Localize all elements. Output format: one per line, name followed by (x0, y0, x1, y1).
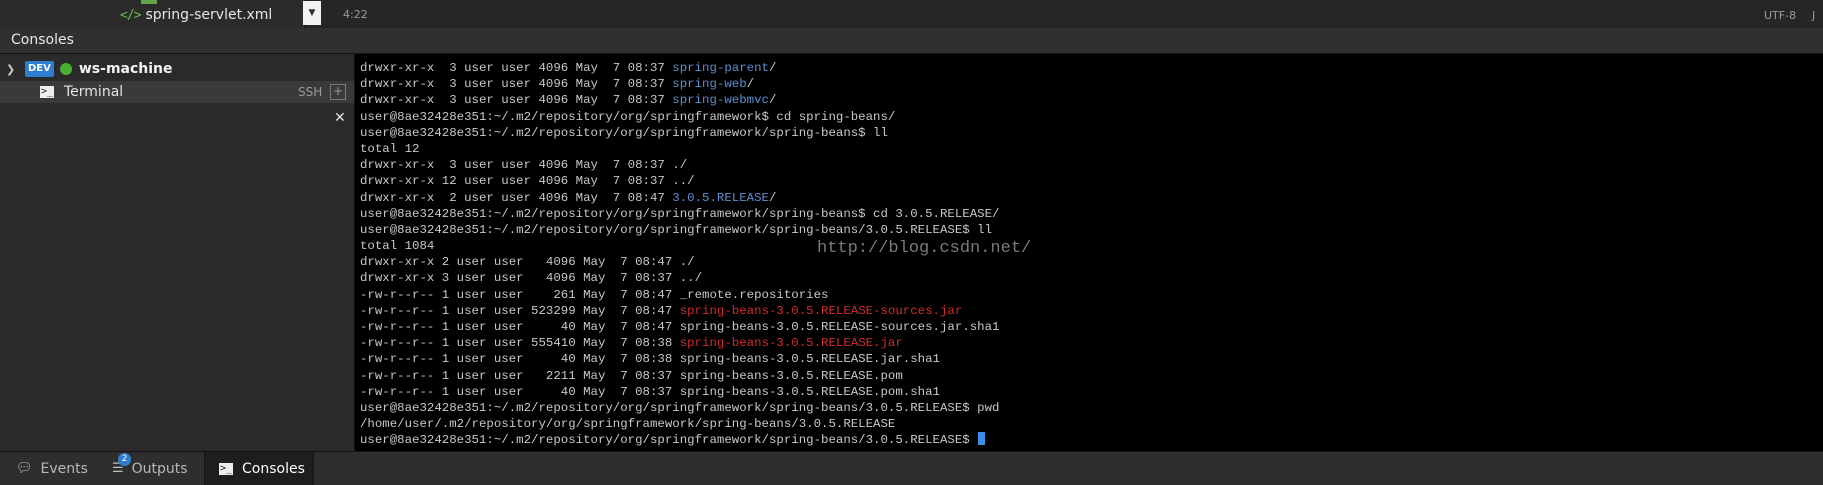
terminal-line: user@8ae32428e351:~/.m2/repository/org/s… (360, 109, 999, 125)
terminal-line-text: drwxr-xr-x 3 user user 4096 May 7 08:37 … (360, 158, 688, 173)
tab-events[interactable]: 💬︎ Events (16, 452, 88, 485)
tree-highlight (141, 0, 157, 4)
terminal-line-text: drwxr-xr-x 2 user user 4096 May 7 08:47 (360, 190, 673, 205)
terminal-line-text: -rw-r--r-- 1 user user 40 May 7 08:47 sp… (360, 320, 1000, 334)
terminal-line: drwxr-xr-x 3 user user 4096 May 7 08:37 … (360, 76, 999, 92)
bottom-tab-bar: 💬︎ Events ☰ 2 Outputs >_ Consoles (0, 451, 1823, 485)
terminal-line-text: user@8ae32428e351:~/.m2/repository/org/s… (360, 400, 1000, 415)
xml-file-icon: </> (120, 7, 142, 23)
terminal-line: -rw-r--r-- 1 user user 40 May 7 08:37 sp… (360, 384, 999, 400)
terminal-line: drwxr-xr-x 3 user user 4096 May 7 08:37 … (360, 60, 999, 76)
terminal-line-text: user@8ae32428e351:~/.m2/repository/org/s… (360, 206, 1000, 221)
terminal-line-text: -rw-r--r-- 1 user user 40 May 7 08:37 sp… (360, 384, 940, 399)
editor-top-strip: </> spring-servlet.xml ▼ 4:22 UTF-8 J (0, 0, 1823, 29)
terminal-line-suffix: / (768, 190, 777, 205)
terminal-line: user@8ae32428e351:~/.m2/repository/org/s… (360, 222, 999, 238)
directory-name: spring-web (672, 77, 747, 92)
terminal-line-text: drwxr-xr-x 3 user user 4096 May 7 08:37 (360, 77, 673, 92)
terminal-output[interactable]: drwxr-xr-x 3 user user 4096 May 7 08:37 … (355, 54, 1823, 451)
terminal-line: user@8ae32428e351:~/.m2/repository/org/s… (360, 432, 999, 448)
chevron-down-icon[interactable]: ❯ (6, 63, 20, 76)
jar-file-name: spring-beans-3.0.5.RELEASE.jar (679, 336, 903, 351)
ssh-button[interactable]: SSH (298, 85, 322, 99)
terminal-line: -rw-r--r-- 1 user user 261 May 7 08:47 _… (360, 287, 999, 303)
comment-icon: 💬︎ (16, 461, 33, 476)
terminal-line-text: -rw-r--r-- 1 user user 2211 May 7 08:37 … (360, 368, 903, 383)
terminal-line-suffix: / (768, 93, 777, 108)
terminal-line: drwxr-xr-x 3 user user 4096 May 7 08:37 … (360, 270, 999, 286)
panel-title: Consoles (11, 32, 74, 48)
tab-events-label: Events (40, 460, 88, 477)
terminal-line: drwxr-xr-x 3 user user 4096 May 7 08:37 … (360, 92, 999, 108)
project-explorer-strip: </> spring-servlet.xml (0, 0, 305, 28)
cursor-position: 4:22 (343, 8, 368, 21)
terminal-line-text: -rw-r--r-- 1 user user 555410 May 7 08:3… (360, 336, 680, 351)
tab-consoles-label: Consoles (242, 460, 305, 477)
terminal-line-text: drwxr-xr-x 3 user user 4096 May 7 08:37 … (360, 271, 703, 286)
terminal-line-text: drwxr-xr-x 2 user user 4096 May 7 08:47 … (360, 255, 695, 270)
terminal-line-text: -rw-r--r-- 1 user user 523299 May 7 08:4… (360, 303, 680, 318)
terminal-line: /home/user/.m2/repository/org/springfram… (360, 416, 999, 432)
watermark-text: http://blog.csdn.net/ (817, 239, 1032, 258)
outputs-icon: ☰ 2 (112, 453, 131, 476)
terminal-cursor (978, 432, 986, 446)
tab-outputs-label: Outputs (131, 460, 188, 477)
terminal-node[interactable]: >_ Terminal SSH + (0, 81, 354, 103)
directory-name: spring-webmvc (672, 93, 769, 108)
terminal-line-text: user@8ae32428e351:~/.m2/repository/org/s… (360, 433, 978, 448)
explorer-scroll-down-button[interactable]: ▼ (303, 1, 321, 25)
terminal-line-suffix: / (768, 61, 777, 75)
file-language[interactable]: J (1812, 9, 1815, 22)
terminal-line-text: /home/user/.m2/repository/org/springfram… (360, 417, 896, 432)
consoles-panel-header: Consoles (0, 28, 1823, 54)
terminal-line: -rw-r--r-- 1 user user 40 May 7 08:47 sp… (360, 319, 999, 335)
terminal-line: -rw-r--r-- 1 user user 40 May 7 08:38 sp… (360, 351, 999, 367)
machine-node-ws-machine[interactable]: ❯ DEV ws-machine (0, 58, 354, 80)
terminal-line-suffix: / (746, 77, 755, 92)
terminal-line: total 12 (360, 141, 999, 157)
file-item-spring-servlet[interactable]: </> spring-servlet.xml (120, 6, 272, 24)
terminal-line: user@8ae32428e351:~/.m2/repository/org/s… (360, 125, 999, 141)
terminal-icon: >_ (219, 462, 233, 475)
terminal-line: drwxr-xr-x 3 user user 4096 May 7 08:37 … (360, 157, 999, 173)
terminal-line-text: user@8ae32428e351:~/.m2/repository/org/s… (360, 109, 896, 124)
terminal-line: -rw-r--r-- 1 user user 523299 May 7 08:4… (360, 303, 999, 319)
terminal-line-text: drwxr-xr-x 3 user user 4096 May 7 08:37 (360, 61, 673, 75)
close-icon[interactable]: ✕ (334, 110, 346, 126)
terminal-line: -rw-r--r-- 1 user user 2211 May 7 08:37 … (360, 368, 999, 384)
terminal-line: drwxr-xr-x 2 user user 4096 May 7 08:47 … (360, 190, 999, 206)
directory-name: spring-parent (672, 61, 769, 75)
directory-name: 3.0.5.RELEASE (672, 190, 769, 205)
tab-outputs[interactable]: ☰ 2 Outputs (112, 452, 188, 485)
terminal-label: Terminal (64, 84, 124, 100)
terminal-line: user@8ae32428e351:~/.m2/repository/org/s… (360, 206, 999, 222)
terminal-line: user@8ae32428e351:~/.m2/repository/org/s… (360, 400, 999, 416)
terminal-line-text: user@8ae32428e351:~/.m2/repository/org/s… (360, 125, 888, 140)
terminal-line-text: drwxr-xr-x 12 user user 4096 May 7 08:37… (360, 174, 695, 189)
chevron-down-icon: ▼ (308, 8, 316, 18)
terminal-line-text: drwxr-xr-x 3 user user 4096 May 7 08:37 (360, 93, 673, 108)
jar-file-name: spring-beans-3.0.5.RELEASE-sources.jar (679, 303, 963, 318)
file-encoding[interactable]: UTF-8 (1764, 9, 1796, 22)
dev-badge: DEV (25, 61, 54, 77)
terminal-line-text: total 1084 (360, 239, 435, 254)
add-terminal-button[interactable]: + (330, 84, 346, 100)
terminal-line: -rw-r--r-- 1 user user 555410 May 7 08:3… (360, 335, 999, 351)
terminal-line-text: -rw-r--r-- 1 user user 261 May 7 08:47 _… (360, 287, 829, 302)
machines-tree: ❯ DEV ws-machine >_ Terminal SSH + ✕ (0, 54, 355, 451)
terminal-line-text: -rw-r--r-- 1 user user 40 May 7 08:38 sp… (360, 352, 940, 367)
terminal-icon: >_ (40, 86, 54, 98)
tab-consoles[interactable]: >_ Consoles (204, 452, 314, 485)
terminal-line-text: total 12 (360, 141, 420, 156)
outputs-count-badge: 2 (118, 453, 131, 466)
terminal-line-text: user@8ae32428e351:~/.m2/repository/org/s… (360, 222, 993, 237)
file-name: spring-servlet.xml (145, 7, 273, 23)
running-status-icon (59, 63, 72, 75)
machine-name: ws-machine (78, 61, 173, 77)
terminal-line: drwxr-xr-x 12 user user 4096 May 7 08:37… (360, 173, 999, 189)
